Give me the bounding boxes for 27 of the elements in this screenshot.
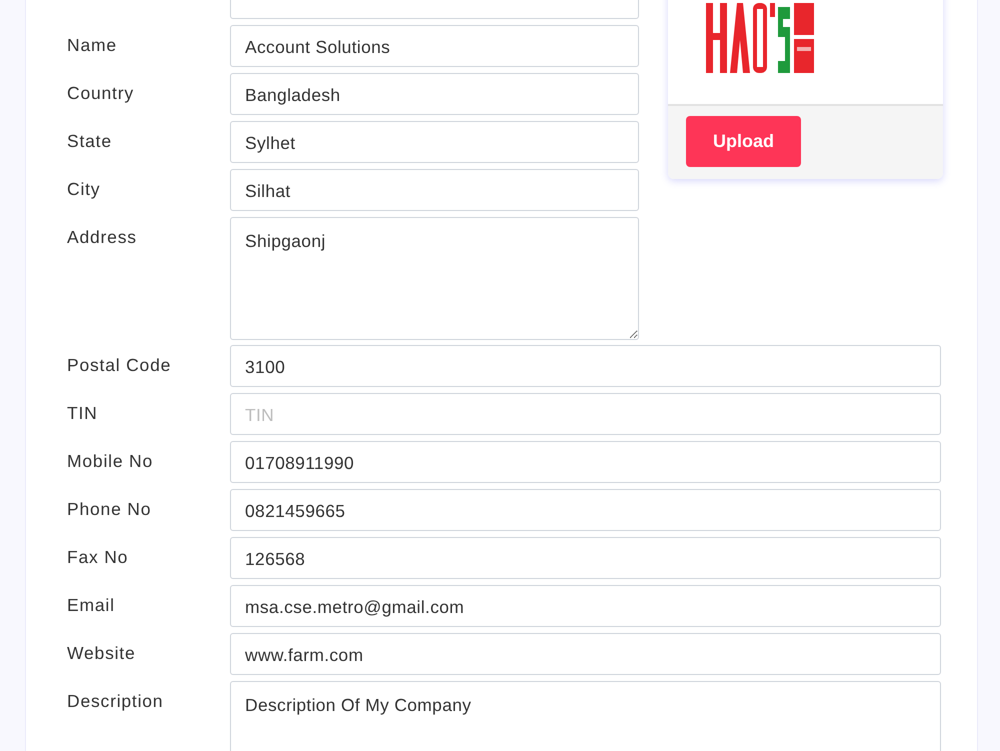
field-label: Phone No — [67, 498, 152, 519]
field-label: Country — [67, 82, 135, 103]
text-field[interactable]: 0821459665 — [230, 489, 941, 531]
text-field[interactable]: msa.cse.metro@gmail.com — [230, 585, 941, 627]
text-field[interactable]: 126568 — [230, 537, 941, 579]
field-label: Address — [67, 226, 138, 247]
field-label: Website — [67, 642, 136, 663]
field-label: Postal Code — [67, 354, 172, 375]
text-field[interactable]: Sylhet — [230, 121, 639, 163]
text-field[interactable]: Silhat — [230, 169, 639, 211]
text-field[interactable]: 01708911990 — [230, 441, 941, 483]
upload-button[interactable]: Upload — [686, 116, 801, 167]
field-label: Name — [67, 34, 118, 55]
text-field[interactable]: Bangladesh — [230, 73, 639, 115]
field-label: Description — [67, 690, 164, 711]
text-area-field[interactable]: Description Of My Company — [230, 681, 941, 751]
text-field[interactable]: TIN — [230, 393, 941, 435]
field-label: TIN — [67, 402, 99, 423]
text-field[interactable]: Account Solutions — [230, 25, 639, 67]
field-label: State — [67, 130, 113, 151]
field-label: Mobile No — [67, 450, 154, 471]
field-label: City — [67, 178, 102, 199]
text-area-field[interactable]: Shipgaonj — [230, 217, 639, 340]
field-label: Fax No — [67, 546, 130, 567]
text-field[interactable]: 3100 — [230, 345, 941, 387]
field-label: Email — [67, 594, 116, 615]
text-field[interactable]: www.farm.com — [230, 633, 941, 675]
